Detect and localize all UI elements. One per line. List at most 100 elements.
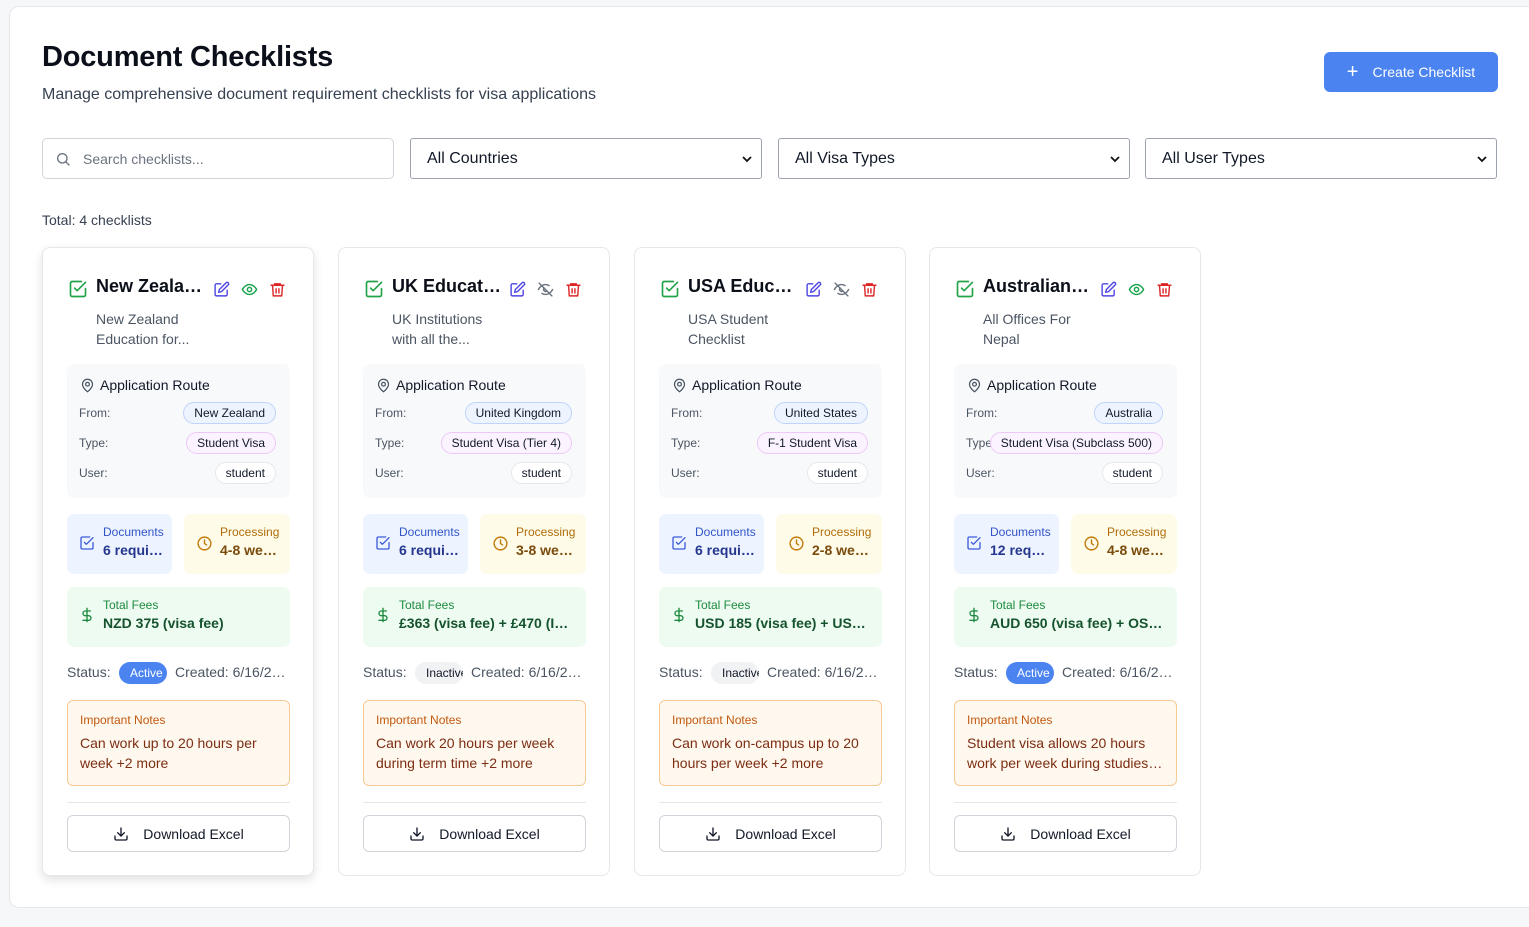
eye-icon[interactable] [241, 281, 259, 299]
eye-off-icon[interactable] [833, 281, 851, 299]
card-description: USA Student Checklist [688, 311, 769, 347]
create-checklist-button[interactable]: + Create Checklist [1324, 52, 1498, 92]
fees-box: Total Fees £363 (visa fee) + £470 (IHS) [363, 587, 586, 647]
country-filter-select[interactable]: All Countries [410, 138, 762, 179]
edit-icon[interactable] [213, 281, 231, 299]
documents-stat: Documents 12 required [954, 514, 1059, 574]
fees-value: USD 185 (visa fee) + USD 350 (SEVIS) [695, 615, 871, 631]
card-title: USA Education Checklist [688, 276, 798, 296]
checklist-card: New Zealand Education New Zealand Educat… [42, 247, 314, 876]
search-icon [57, 153, 70, 166]
card-description: New Zealand Education for... [96, 311, 190, 347]
fees-label: Total Fees [695, 598, 751, 612]
notes-text: Can work on-campus up to 20 hours per we… [672, 735, 859, 771]
important-notes: Important Notes Can work up to 20 hours … [67, 700, 290, 786]
visa-type-pill: Student Visa (Subclass 500) [989, 432, 1163, 454]
edit-icon[interactable] [805, 281, 823, 299]
search-box [42, 138, 394, 179]
country-pill: United States [773, 402, 868, 424]
route-header: Application Route [80, 377, 210, 393]
download-label: Download Excel [143, 825, 244, 842]
eye-off-icon[interactable] [537, 281, 555, 299]
edit-icon[interactable] [509, 281, 527, 299]
plus-icon: + [1346, 61, 1359, 83]
search-input[interactable] [83, 150, 373, 167]
route-type-row: Type: Student Visa [79, 432, 276, 454]
checklists-panel: Document Checklists Manage comprehensive… [9, 6, 1529, 908]
fees-value: NZD 375 (visa fee) [103, 615, 224, 631]
route-user-row: User: student [79, 462, 276, 484]
created-date: Created: 6/16/2025 [175, 664, 290, 680]
user-type-filter-value: All User Types [1162, 149, 1265, 167]
download-icon [705, 826, 721, 842]
route-header: Application Route [967, 377, 1097, 393]
country-pill: Australia [1094, 402, 1163, 424]
from-label: From: [966, 406, 998, 420]
checklist-icon [660, 279, 680, 304]
processing-value: 3-8 weeks [516, 542, 578, 558]
status-label: Status: [363, 664, 407, 680]
fees-box: Total Fees USD 185 (visa fee) + USD 350 … [659, 587, 882, 647]
important-notes: Important Notes Student visa allows 20 h… [954, 700, 1177, 786]
fees-label: Total Fees [990, 598, 1046, 612]
status-badge: Active [1006, 662, 1054, 684]
checklist-card: UK Education Checklist UK Institutions w… [338, 247, 610, 876]
user-type-pill: student [1101, 462, 1163, 484]
eye-icon[interactable] [1128, 281, 1146, 299]
create-checklist-label: Create Checklist [1372, 64, 1476, 80]
status-badge: Inactive [415, 662, 463, 684]
card-description: UK Institutions with all the... [392, 311, 483, 347]
route-title: Application Route [692, 377, 802, 393]
card-actions [509, 281, 583, 299]
processing-stat: Processing 4-8 weeks [1071, 514, 1177, 574]
documents-label: Documents [399, 525, 460, 539]
download-excel-button[interactable]: Download Excel [954, 815, 1177, 852]
dollar-icon [966, 607, 982, 628]
route-from-row: From: New Zealand [79, 402, 276, 424]
documents-stat: Documents 6 required [363, 514, 468, 574]
processing-stat: Processing 4-8 weeks [184, 514, 290, 574]
country-pill: New Zealand [183, 402, 276, 424]
card-title: Australian Education [983, 276, 1093, 296]
route-header: Application Route [672, 377, 802, 393]
document-check-icon [375, 535, 391, 556]
notes-label: Important Notes [967, 713, 1053, 727]
from-label: From: [671, 406, 703, 420]
application-route: Application Route From: United States Ty… [659, 364, 882, 498]
download-excel-button[interactable]: Download Excel [67, 815, 290, 852]
status-row: Status: Active Created: 6/16/2025 [67, 662, 290, 684]
trash-icon[interactable] [565, 281, 583, 299]
download-icon [409, 826, 425, 842]
trash-icon[interactable] [861, 281, 879, 299]
trash-icon[interactable] [1156, 281, 1174, 299]
processing-label: Processing [812, 525, 872, 539]
user-type-filter-select[interactable]: All User Types [1145, 138, 1497, 179]
route-title: Application Route [396, 377, 506, 393]
documents-stat: Documents 6 required [67, 514, 172, 574]
checklist-icon [955, 279, 975, 304]
documents-value: 6 required [399, 542, 461, 558]
route-type-row: Type: Student Visa (Subclass 500) [966, 432, 1163, 454]
application-route: Application Route From: New Zealand Type… [67, 364, 290, 498]
total-count: Total: 4 checklists [42, 212, 152, 228]
created-date: Created: 6/16/2025 [471, 664, 586, 680]
download-excel-button[interactable]: Download Excel [659, 815, 882, 852]
map-pin-icon [967, 378, 982, 393]
route-user-row: User: student [966, 462, 1163, 484]
page-title: Document Checklists [42, 41, 334, 73]
route-user-row: User: student [671, 462, 868, 484]
trash-icon[interactable] [269, 281, 287, 299]
visa-type-filter-value: All Visa Types [795, 149, 895, 167]
country-filter-value: All Countries [427, 149, 518, 167]
user-label: User: [966, 466, 995, 480]
notes-text: Student visa allows 20 hours work per we… [967, 735, 1149, 771]
processing-stat: Processing 2-8 weeks [776, 514, 882, 574]
visa-type-filter-select[interactable]: All Visa Types [778, 138, 1130, 179]
document-check-icon [79, 535, 95, 556]
route-title: Application Route [987, 377, 1097, 393]
status-badge: Active [119, 662, 167, 684]
download-label: Download Excel [735, 825, 836, 842]
edit-icon[interactable] [1100, 281, 1118, 299]
download-excel-button[interactable]: Download Excel [363, 815, 586, 852]
checklist-icon [68, 279, 88, 304]
